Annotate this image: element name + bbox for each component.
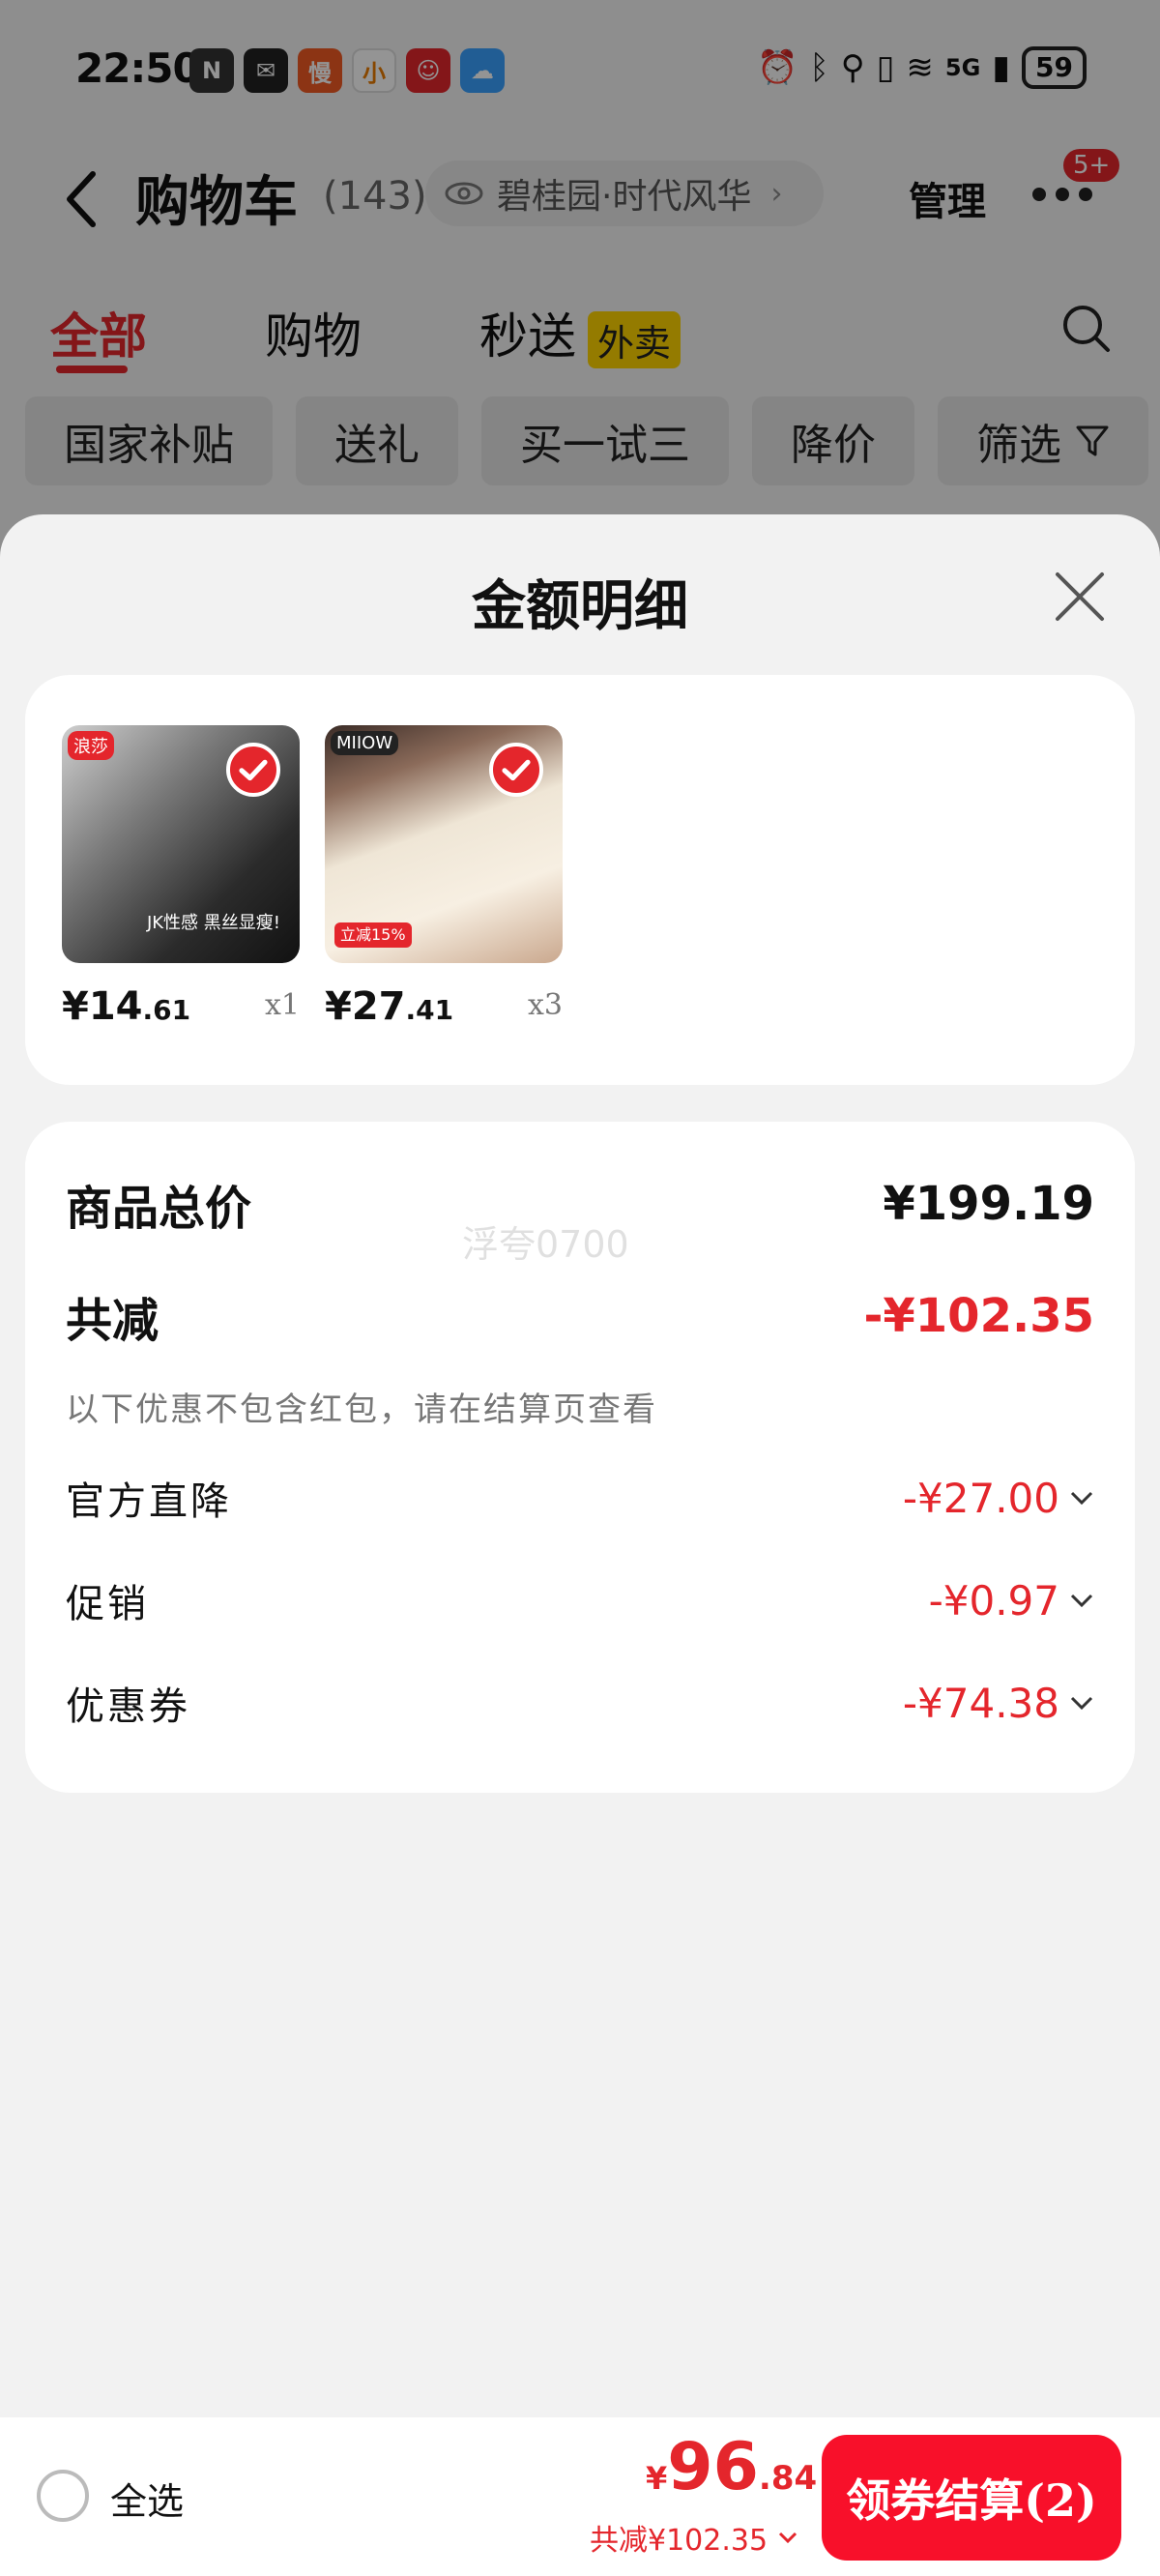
discount-value-wrap: -¥74.38: [903, 1680, 1094, 1727]
total-reduction-value: -¥102.35: [863, 1289, 1094, 1343]
total-reduction-row: 共减 -¥102.35: [66, 1282, 1094, 1350]
brand-tag: MIIOW: [331, 731, 399, 755]
discount-value: -¥74.38: [902, 1679, 1059, 1727]
sheet-title: 金额明细: [472, 574, 688, 638]
product-price: ¥14.61: [62, 984, 190, 1029]
price-decimal: .61: [142, 994, 191, 1026]
price-decimal: .41: [405, 994, 454, 1026]
discount-value-wrap: -¥27.00: [903, 1475, 1094, 1522]
discount-note: 以下优惠不包含红包，请在结算页查看: [66, 1390, 657, 1429]
chevron-down-icon: [779, 2532, 798, 2544]
discount-value: -¥27.00: [902, 1474, 1059, 1522]
amount-detail-sheet: 金额明细 浪莎 JK性感 黑丝显瘦! ¥14.61 x1 MIIOW 立减15%…: [0, 514, 1160, 2576]
chevron-down-icon: [1070, 1696, 1093, 1711]
check-icon[interactable]: [226, 743, 280, 797]
product-image: MIIOW 立减15%: [325, 725, 563, 963]
discount-value-wrap: -¥0.97: [929, 1577, 1094, 1625]
total-integer: 96: [667, 2429, 759, 2505]
price-summary-card: 浮夸0700 商品总价 ¥199.19 共减 -¥102.35 以下优惠不包含红…: [25, 1122, 1135, 1793]
select-all-checkbox[interactable]: [37, 2470, 89, 2522]
close-icon[interactable]: [1054, 571, 1106, 623]
price-integer: ¥27: [325, 984, 406, 1029]
discount-label: 优惠券: [66, 1684, 190, 1729]
check-icon[interactable]: [489, 743, 543, 797]
saved-amount: 共减¥102.35: [590, 2524, 768, 2558]
currency-symbol: ¥: [646, 2460, 668, 2497]
discount-row[interactable]: 促销 -¥0.97: [66, 1572, 1094, 1628]
checkout-bar: 全选 ¥96.84 共减¥102.35 领券结算(2): [0, 2417, 1160, 2576]
total-amount: ¥96.84: [646, 2429, 817, 2505]
product-price: ¥27.41: [325, 984, 453, 1029]
product-list-card: 浪莎 JK性感 黑丝显瘦! ¥14.61 x1 MIIOW 立减15% ¥27.…: [25, 675, 1135, 1085]
discount-value: -¥0.97: [928, 1576, 1059, 1625]
chevron-down-icon: [1070, 1491, 1093, 1506]
total-price-value: ¥199.19: [883, 1177, 1094, 1231]
saved-amount-toggle[interactable]: 共减¥102.35: [590, 2516, 798, 2559]
discount-row[interactable]: 优惠券 -¥74.38: [66, 1675, 1094, 1731]
select-all-label[interactable]: 全选: [110, 2472, 184, 2525]
discount-label: 官方直降: [66, 1479, 232, 1524]
total-price-label: 商品总价: [66, 1182, 252, 1236]
discount-row[interactable]: 官方直降 -¥27.00: [66, 1470, 1094, 1526]
product-image: 浪莎 JK性感 黑丝显瘦!: [62, 725, 300, 963]
checkout-button[interactable]: 领券结算(2): [822, 2435, 1121, 2561]
total-decimal: .84: [758, 2459, 818, 2498]
brand-tag: 浪莎: [68, 731, 114, 760]
discount-label: 促销: [66, 1582, 149, 1626]
product-quantity: x3: [527, 988, 563, 1022]
image-caption: JK性感 黑丝显瘦!: [146, 913, 280, 933]
chevron-down-icon: [1070, 1594, 1093, 1608]
promo-label: 立减15%: [334, 922, 412, 948]
total-reduction-label: 共减: [66, 1294, 160, 1348]
product-item[interactable]: 浪莎 JK性感 黑丝显瘦! ¥14.61 x1: [62, 725, 300, 1029]
product-item[interactable]: MIIOW 立减15% ¥27.41 x3: [325, 725, 563, 1029]
total-price-row: 商品总价 ¥199.19: [66, 1170, 1094, 1238]
product-quantity: x1: [264, 988, 300, 1022]
price-integer: ¥14: [62, 984, 143, 1029]
